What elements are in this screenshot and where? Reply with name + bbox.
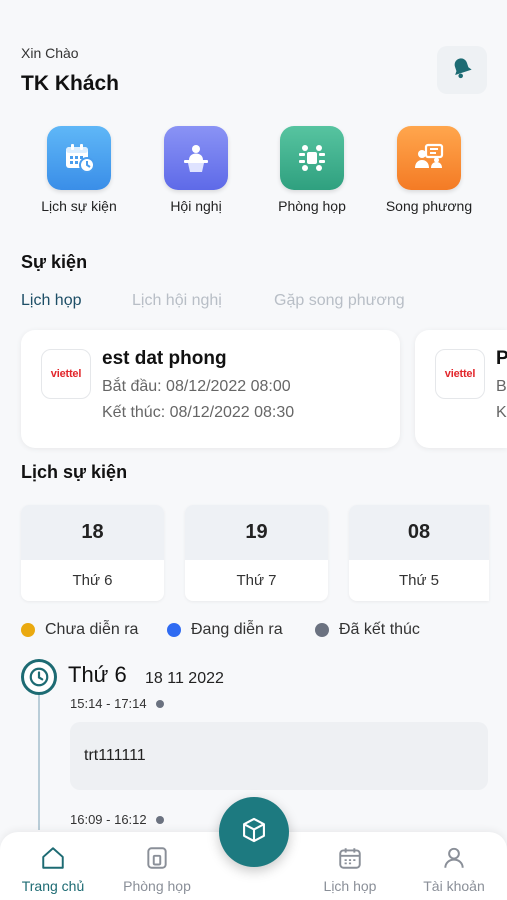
bilateral-talk-icon [397,126,461,190]
nav-label: Lịch họp [323,878,377,894]
day-number: 08 [349,505,489,560]
viettel-logo: viettel [435,349,485,399]
event-title: trt111111 [84,747,146,764]
event-card-title: P [496,348,507,369]
shortcut-conference[interactable]: Hội nghị [141,126,251,214]
day-selector-item[interactable]: 08 Thứ 5 [349,505,489,601]
cube-icon [240,816,268,849]
shortcut-label: Phòng họp [278,198,346,214]
events-section-title: Sự kiện [21,252,88,272]
legend-finished: Đã kết thúc [315,621,420,639]
shortcut-bilateral[interactable]: Song phương [374,126,484,214]
user-icon [404,844,504,872]
status-dot-upcoming [21,623,35,637]
status-dot-ongoing [167,623,181,637]
legend-label: Chưa diễn ra [45,621,139,638]
user-name: TK Khách [21,72,120,95]
event-card-title: est dat phong [102,348,227,369]
event-card[interactable]: viettel P B K [415,330,507,448]
event-time-text: 16:09 - 16:12 [70,812,147,827]
status-dot-finished [155,815,164,824]
day-weekday: Thứ 6 [72,572,113,589]
event-card[interactable]: viettel est dat phong Bắt đầu: 08/12/202… [21,330,400,448]
day-number: 18 [21,505,164,560]
timeline-weekday: Thứ 6 [68,662,127,687]
cube-fab-button[interactable] [219,797,289,867]
status-dot-finished [315,623,329,637]
legend-ongoing: Đang diễn ra [167,621,283,639]
event-time-text: 15:14 - 17:14 [70,696,147,711]
viettel-logo: viettel [41,349,91,399]
clock-icon [21,659,57,695]
legend-label: Đang diễn ra [191,621,283,638]
shortcut-label: Hội nghị [170,198,222,214]
nav-home[interactable]: Trang chủ [3,844,103,894]
nav-label: Tài khoản [423,878,485,894]
podium-speaker-icon [164,126,228,190]
tab-meetings[interactable]: Lịch họp [21,292,82,310]
day-weekday: Thứ 7 [236,572,277,589]
timeline-event-card[interactable]: trt111111 [70,722,488,790]
nav-label: Phòng họp [123,878,191,894]
timeline-date: 18 11 2022 [145,670,224,687]
shortcut-meeting-room[interactable]: Phòng họp [257,126,367,214]
nav-meeting-calendar[interactable]: Lịch họp [300,844,400,894]
nav-meeting-room[interactable]: Phòng họp [107,844,207,894]
legend-upcoming: Chưa diễn ra [21,621,138,639]
day-selector-item[interactable]: 19 Thứ 7 [185,505,328,601]
tab-bilateral[interactable]: Gặp song phương [274,292,405,310]
event-card-start: Bắt đầu: 08/12/2022 08:00 [102,378,291,395]
home-icon [3,844,103,872]
calendar-clock-icon [47,126,111,190]
legend-label: Đã kết thúc [339,621,420,638]
meeting-table-icon [280,126,344,190]
event-time: 16:09 - 16:12 [70,812,164,827]
nav-label: Trang chủ [21,878,85,894]
calendar-icon [300,844,400,872]
shortcut-label: Song phương [385,198,473,214]
shortcut-label: Lịch sự kiện [41,198,117,214]
notification-button[interactable] [437,46,487,94]
day-weekday: Thứ 5 [398,572,440,589]
day-number: 19 [185,505,328,560]
schedule-section-title: Lịch sự kiện [21,462,128,482]
nav-account[interactable]: Tài khoản [404,844,504,894]
day-selector-item[interactable]: 18 Thứ 6 [21,505,164,601]
status-dot-finished [155,699,164,708]
event-card-end: K [496,404,507,421]
event-card-start: B [496,378,507,395]
tab-conferences[interactable]: Lịch hội nghị [132,292,222,310]
event-card-end: Kết thúc: 08/12/2022 08:30 [102,404,295,421]
shortcut-grid: Lịch sự kiện Hội nghị Phòng họp Song phư… [0,126,507,221]
event-time: 15:14 - 17:14 [70,696,164,711]
timeline-line [38,690,40,830]
door-icon [107,844,207,872]
greeting-text: Xin Chào [21,45,79,61]
bell-icon [449,55,475,86]
shortcut-event-calendar[interactable]: Lịch sự kiện [24,126,134,214]
